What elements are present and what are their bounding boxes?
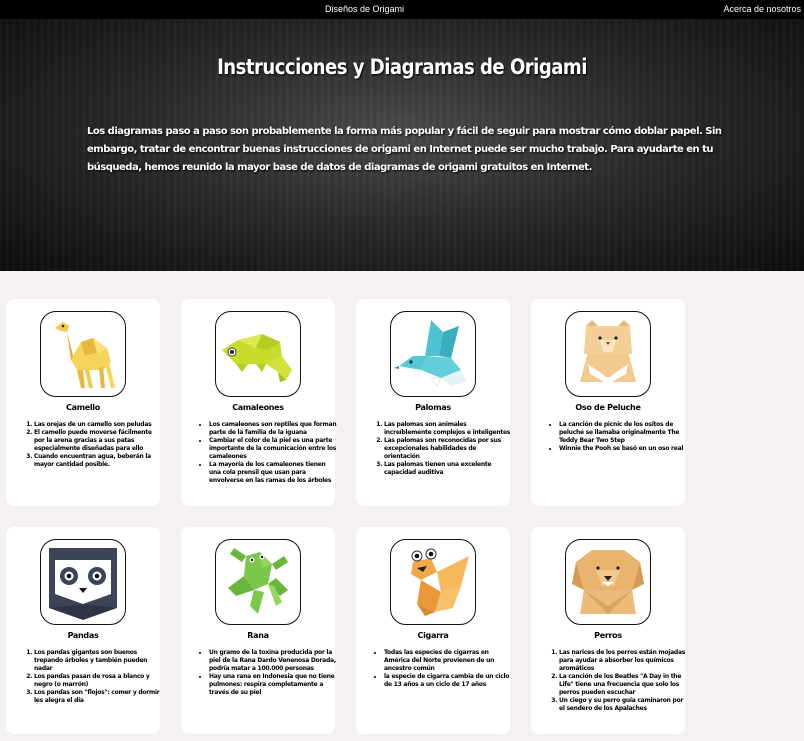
list-item: Un gramo de la toxina producida por la p… [209, 649, 337, 673]
card-title: Cigarra [417, 631, 449, 640]
fact-list: Las palomas son animales increíblemente … [366, 421, 512, 477]
nav-link-designs[interactable]: Diseños de Origami [325, 4, 404, 14]
list-item: Las orejas de un camello son peludas [34, 421, 162, 429]
list-item: Hay una rana en Indonesia que no tiene p… [209, 673, 337, 697]
card-title: Pandas [67, 631, 99, 640]
list-item: Cambiar el color de la piel es una parte… [209, 437, 337, 461]
hero-description: Los diagramas paso a paso son probableme… [87, 126, 722, 173]
fact-list: Los camaleones son reptiles que forman p… [191, 421, 337, 485]
list-item: Winnie the Pooh se basó en un oso real [559, 445, 687, 453]
chameleon-origami-image [215, 311, 301, 397]
list-item: Cuando encuentran agua, beberán la mayor… [34, 453, 162, 469]
list-item: Los pandas gigantes son buenos trepando … [34, 649, 162, 673]
list-item: Las palomas son animales increíblemente … [384, 421, 512, 437]
fact-list: Un gramo de la toxina producida por la p… [191, 649, 337, 697]
card-chameleon[interactable]: Camaleones Los camaleones son reptiles q… [181, 299, 337, 506]
fact-list: Las orejas de un camello son peludas El … [16, 421, 162, 469]
list-item: Un ciego y su perro guía caminaron por e… [559, 697, 687, 713]
fact-list: Los pandas gigantes son buenos trepando … [16, 649, 162, 705]
list-item: Los camaleones son reptiles que forman p… [209, 421, 337, 437]
list-item: La canción de los Beatles "A Day in the … [559, 673, 687, 697]
list-item: la especie de cigarra cambia de un ciclo… [384, 673, 512, 689]
top-navigation-bar: Diseños de Origami Acerca de nosotros [0, 0, 804, 19]
card-title: Palomas [415, 403, 451, 412]
list-item: Las palomas tienen una excelente capacid… [384, 461, 512, 477]
cicada-origami-image [390, 539, 476, 625]
card-title: Oso de Peluche [575, 403, 641, 412]
card-title: Rana [247, 631, 269, 640]
card-title: Camello [66, 403, 100, 412]
list-item: Las narices de los perros están mojadas … [559, 649, 687, 673]
card-panda[interactable]: Pandas Los pandas gigantes son buenos tr… [6, 527, 160, 734]
hero-banner: Instrucciones y Diagramas de Origami Los… [0, 19, 804, 271]
card-dog[interactable]: Perros Las narices de los perros están m… [531, 527, 685, 734]
page-title: Instrucciones y Diagramas de Origami [217, 55, 587, 79]
camel-origami-image [40, 311, 126, 397]
list-item: La canción de picnic de los ositos de pe… [559, 421, 687, 445]
dog-origami-image [565, 539, 651, 625]
card-frog[interactable]: Rana Un gramo de la toxina producida por… [181, 527, 337, 734]
list-item: Todas las especies de cigarras en Améric… [384, 649, 512, 673]
fact-list: La canción de picnic de los ositos de pe… [541, 421, 687, 453]
card-camel[interactable]: Camello Las orejas de un camello son pel… [6, 299, 160, 506]
teddy-bear-origami-image [565, 311, 651, 397]
list-item: El camello puede moverse fácilmente por … [34, 429, 162, 453]
dove-origami-image [390, 311, 476, 397]
list-item: Los pandas pasan de rosa a blanco y negr… [34, 673, 162, 689]
fact-list: Las narices de los perros están mojadas … [541, 649, 687, 713]
fact-list: Todas las especies de cigarras en Améric… [366, 649, 512, 689]
panda-origami-image [40, 539, 126, 625]
frog-origami-image [215, 539, 301, 625]
card-dove[interactable]: Palomas Las palomas son animales increíb… [356, 299, 510, 506]
list-item: Los pandas son "flojos": comer y dormir … [34, 689, 162, 705]
card-teddy-bear[interactable]: Oso de Peluche La canción de picnic de l… [531, 299, 685, 506]
list-item: La mayoría de los camaleones tienen una … [209, 461, 337, 485]
nav-link-about[interactable]: Acerca de nosotros [723, 4, 801, 14]
card-cicada[interactable]: Cigarra Todas las especies de cigarras e… [356, 527, 510, 734]
card-title: Camaleones [232, 403, 284, 412]
card-title: Perros [594, 631, 622, 640]
list-item: Las palomas son reconocidas por sus exce… [384, 437, 512, 461]
